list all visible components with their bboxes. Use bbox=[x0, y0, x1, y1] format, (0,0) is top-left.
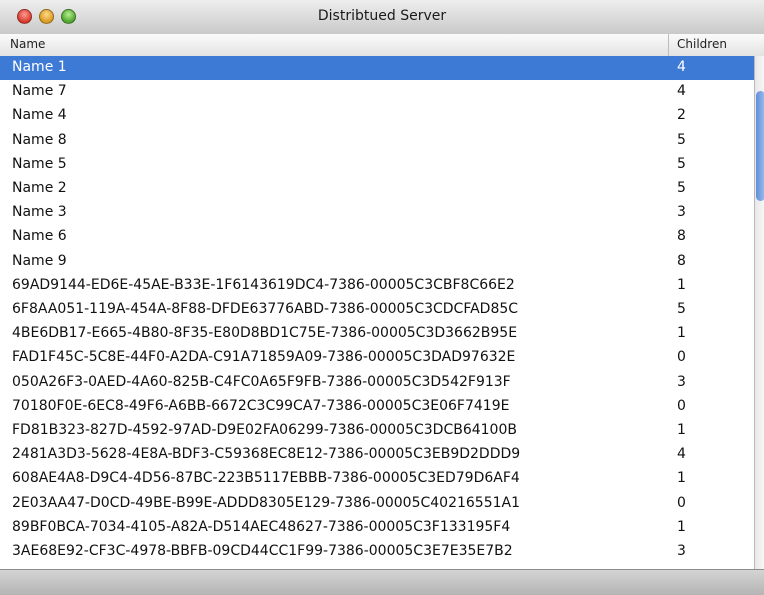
cell-name: Name 1 bbox=[12, 59, 67, 75]
cell-name: 050A26F3-0AED-4A60-825B-C4FC0A65F9FB-738… bbox=[12, 373, 511, 390]
table-row[interactable]: 69AD9144-ED6E-45AE-B33E-1F6143619DC4-738… bbox=[0, 274, 754, 298]
cell-children: 0 bbox=[677, 349, 686, 366]
cell-name: Name 4 bbox=[12, 107, 67, 124]
cell-name: FAD1F45C-5C8E-44F0-A2DA-C91A71859A09-738… bbox=[12, 349, 516, 366]
cell-children: 2 bbox=[677, 107, 686, 124]
cell-children: 3 bbox=[677, 543, 686, 559]
table-row[interactable]: Name 6 8 bbox=[0, 225, 754, 249]
cell-name: 4BE6DB17-E665-4B80-8F35-E80D8BD1C75E-738… bbox=[12, 325, 518, 342]
table-row[interactable]: 608AE4A8-D9C4-4D56-87BC-223B5117EBBB-738… bbox=[0, 467, 754, 491]
cell-children: 0 bbox=[677, 397, 686, 414]
cell-name: Name 2 bbox=[12, 180, 67, 196]
cell-name: 3AE68E92-CF3C-4978-BBFB-09CD44CC1F99-738… bbox=[12, 543, 513, 559]
column-header-children[interactable]: Children bbox=[677, 37, 727, 51]
cell-children: 5 bbox=[677, 301, 686, 317]
table-row[interactable]: Name 1 4 bbox=[0, 56, 754, 81]
table-row[interactable]: 2E03AA47-D0CD-49BE-B99E-ADDD8305E129-738… bbox=[0, 492, 754, 516]
window-bottom-bar bbox=[0, 569, 764, 595]
table-row[interactable]: Name 4 2 bbox=[0, 104, 754, 128]
table-row[interactable]: 6F8AA051-119A-454A-8F88-DFDE63776ABD-738… bbox=[0, 298, 754, 322]
scrollbar-thumb[interactable] bbox=[756, 91, 764, 201]
table-row[interactable]: Name 7 4 bbox=[0, 80, 754, 104]
table-body: Name 1 4 Name 7 4 Name 4 2 Name 8 5 Name 5 5 Name … bbox=[0, 56, 754, 569]
cell-name: Name 7 bbox=[12, 83, 67, 100]
cell-name: FD81B323-827D-4592-97AD-D9E02FA06299-738… bbox=[12, 422, 517, 438]
cell-name: Name 9 bbox=[12, 252, 67, 269]
cell-children: 3 bbox=[677, 204, 686, 221]
table-row[interactable]: Name 9 8 bbox=[0, 250, 754, 274]
table-row[interactable]: Name 8 5 bbox=[0, 129, 754, 153]
cell-name: 2E03AA47-D0CD-49BE-B99E-ADDD8305E129-738… bbox=[12, 494, 520, 511]
table-row[interactable]: 2481A3D3-5628-4E8A-BDF3-C59368EC8E12-738… bbox=[0, 443, 754, 467]
title-bar: Distribtued Server bbox=[0, 0, 764, 35]
cell-children: 4 bbox=[677, 59, 686, 75]
table-row[interactable]: 050A26F3-0AED-4A60-825B-C4FC0A65F9FB-738… bbox=[0, 371, 754, 395]
app-window: Distribtued Server Name Children Name 1 4… bbox=[0, 0, 764, 595]
table-row[interactable]: Name 2 5 bbox=[0, 177, 754, 201]
cell-name: 89BF0BCA-7034-4105-A82A-D514AEC48627-738… bbox=[12, 518, 511, 535]
cell-name: Name 3 bbox=[12, 204, 67, 221]
cell-children: 3 bbox=[677, 373, 686, 390]
cell-name: Name 5 bbox=[12, 155, 67, 172]
table-header: Name Children bbox=[0, 34, 764, 57]
cell-children: 4 bbox=[677, 83, 686, 100]
cell-name: Name 8 bbox=[12, 131, 67, 148]
column-divider[interactable] bbox=[668, 34, 669, 56]
table-row[interactable]: 4BE6DB17-E665-4B80-8F35-E80D8BD1C75E-738… bbox=[0, 322, 754, 346]
cell-children: 1 bbox=[677, 325, 686, 342]
table-row[interactable]: Name 3 3 bbox=[0, 201, 754, 225]
table-row[interactable]: FD81B323-827D-4592-97AD-D9E02FA06299-738… bbox=[0, 419, 754, 443]
table-row[interactable]: FAD1F45C-5C8E-44F0-A2DA-C91A71859A09-738… bbox=[0, 346, 754, 370]
table-row[interactable]: Name 5 5 bbox=[0, 153, 754, 177]
window-title: Distribtued Server bbox=[317, 8, 447, 24]
cell-name: Name 6 bbox=[12, 228, 67, 245]
cell-children: 8 bbox=[677, 228, 686, 245]
cell-name: 608AE4A8-D9C4-4D56-87BC-223B5117EBBB-738… bbox=[12, 470, 520, 487]
cell-children: 5 bbox=[677, 180, 686, 196]
cell-children: 4 bbox=[677, 446, 686, 463]
column-header-name[interactable]: Name bbox=[10, 37, 45, 51]
cell-children: 1 bbox=[677, 276, 686, 293]
cell-children: 0 bbox=[677, 494, 686, 511]
cell-children: 1 bbox=[677, 470, 686, 487]
table-row[interactable]: 89BF0BCA-7034-4105-A82A-D514AEC48627-738… bbox=[0, 516, 754, 540]
cell-children: 5 bbox=[677, 131, 686, 148]
vertical-scrollbar[interactable] bbox=[754, 56, 764, 569]
cell-children: 1 bbox=[677, 422, 686, 438]
cell-name: 70180F0E-6EC8-49F6-A6BB-6672C3C99CA7-738… bbox=[12, 397, 510, 414]
cell-children: 8 bbox=[677, 252, 686, 269]
cell-children: 1 bbox=[677, 518, 686, 535]
cell-children: 5 bbox=[677, 155, 686, 172]
table-row[interactable]: 3AE68E92-CF3C-4978-BBFB-09CD44CC1F99-738… bbox=[0, 540, 754, 564]
cell-name: 2481A3D3-5628-4E8A-BDF3-C59368EC8E12-738… bbox=[12, 446, 521, 463]
table-row[interactable]: 70180F0E-6EC8-49F6-A6BB-6672C3C99CA7-738… bbox=[0, 395, 754, 419]
cell-name: 6F8AA051-119A-454A-8F88-DFDE63776ABD-738… bbox=[12, 301, 519, 317]
cell-name: 69AD9144-ED6E-45AE-B33E-1F6143619DC4-738… bbox=[12, 276, 515, 293]
